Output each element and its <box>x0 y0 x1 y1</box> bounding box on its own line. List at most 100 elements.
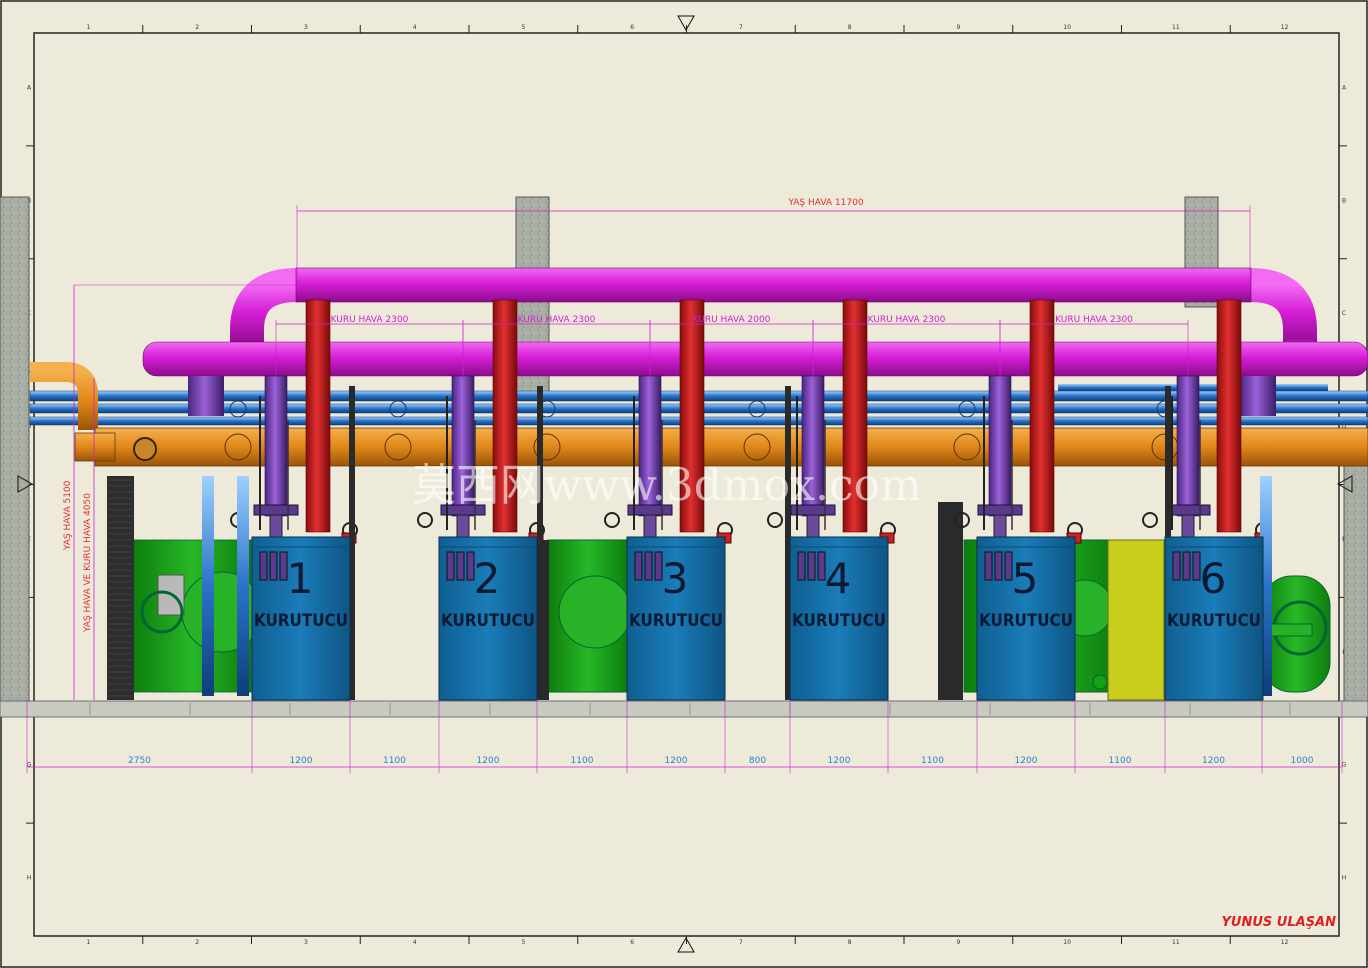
author-signature: YUNUS ULAŞAN <box>1222 915 1337 930</box>
technical-drawing: 112233445566778899101011111212AABBCCDDEE… <box>0 0 1368 968</box>
dark-rack-left <box>107 476 134 700</box>
row-letter: C <box>1342 310 1346 317</box>
vertical-wet-label: YAŞ HAVA 5100 <box>63 480 73 551</box>
row-letter: G <box>27 762 32 769</box>
dryer-unit-6: 6 KURUTUCU <box>1164 536 1264 701</box>
dryer-number: 4 <box>825 554 852 603</box>
row-letter: B <box>1342 197 1346 204</box>
dimension-value: 1200 <box>290 756 313 766</box>
dry-air-riser <box>1176 375 1200 517</box>
dryer-label: KURUTUCU <box>254 611 348 631</box>
concrete-column-left <box>0 196 30 703</box>
fitting <box>984 551 993 581</box>
column-number: 11 <box>1172 939 1180 946</box>
vertical-mixed-label: YAŞ HAVA VE KURU HAVA 4050 <box>83 493 93 633</box>
watermark: 莫西网www.3dmox.com <box>412 460 922 511</box>
dimension-value: 2750 <box>128 756 151 766</box>
dryer-label: KURUTUCU <box>629 611 723 631</box>
fitting <box>456 551 465 581</box>
dimension-value: 1100 <box>383 756 406 766</box>
dryer-unit-4: 4 KURUTUCU <box>789 536 889 701</box>
dimension-value: 1200 <box>828 756 851 766</box>
fan-unit-2 <box>547 539 632 693</box>
column-number: 3 <box>304 24 308 31</box>
column-number: 3 <box>304 939 308 946</box>
column-number: 8 <box>848 939 852 946</box>
hot-air-riser <box>1216 299 1242 533</box>
handwheel-icon <box>767 512 783 528</box>
column-number: 2 <box>195 939 199 946</box>
dimension-value: 1100 <box>1109 756 1132 766</box>
dryer-label: KURUTUCU <box>792 611 886 631</box>
support-post <box>537 386 543 700</box>
dimension-value: 1200 <box>665 756 688 766</box>
valve-body <box>643 514 657 538</box>
fitting <box>644 551 653 581</box>
column-number: 4 <box>413 939 417 946</box>
hot-air-riser <box>1029 299 1055 533</box>
column-number: 11 <box>1172 24 1180 31</box>
dry-air-riser <box>264 375 288 517</box>
dry-air-label: KURU HAVA 2000 <box>693 315 771 325</box>
dry-air-riser <box>988 375 1012 517</box>
fitting <box>634 551 643 581</box>
dry-air-label: KURU HAVA 2300 <box>331 315 409 325</box>
blue-riser <box>202 476 214 696</box>
dry-air-label: KURU HAVA 2300 <box>1055 315 1133 325</box>
column-number: 12 <box>1281 939 1289 946</box>
dimension-value: 800 <box>749 756 766 766</box>
row-letter: G <box>1342 762 1347 769</box>
fitting <box>259 551 268 581</box>
dryer-number: 6 <box>1200 554 1227 603</box>
valve-body <box>1181 514 1195 538</box>
dimension-value: 1200 <box>477 756 500 766</box>
dry-air-label: KURU HAVA 2300 <box>518 315 596 325</box>
valve-body <box>269 514 283 538</box>
header-bend-left <box>188 376 224 416</box>
column-number: 1 <box>86 939 90 946</box>
column-number: 1 <box>86 24 90 31</box>
blue-riser <box>237 476 249 696</box>
dark-rack-middle <box>938 502 963 700</box>
column-number: 2 <box>195 24 199 31</box>
row-letter: H <box>27 875 32 882</box>
dryer-label: KURUTUCU <box>1167 611 1261 631</box>
column-number: 6 <box>630 939 634 946</box>
dryer-number: 3 <box>662 554 689 603</box>
wet-air-total-label: YAŞ HAVA 11700 <box>787 198 863 208</box>
valve-body <box>993 514 1007 538</box>
fitting <box>1182 551 1191 581</box>
row-letter: H <box>1342 875 1347 882</box>
fitting <box>797 551 806 581</box>
dryer-number: 2 <box>474 554 501 603</box>
fitting <box>807 551 816 581</box>
concrete-column-far-right <box>1343 457 1368 703</box>
column-number: 5 <box>521 24 525 31</box>
dimension-value: 1200 <box>1015 756 1038 766</box>
column-number: 10 <box>1063 939 1071 946</box>
dryer-label: KURUTUCU <box>441 611 535 631</box>
dryer-unit-2: 2 KURUTUCU <box>438 536 538 701</box>
column-number: 7 <box>739 939 743 946</box>
dryer-label: KURUTUCU <box>979 611 1073 631</box>
dimension-value: 1000 <box>1291 756 1314 766</box>
dimension-value: 1100 <box>571 756 594 766</box>
dryer-number: 5 <box>1012 554 1039 603</box>
column-number: 12 <box>1281 24 1289 31</box>
column-number: 10 <box>1063 24 1071 31</box>
column-number: 8 <box>848 24 852 31</box>
dryer-unit-3: 3 KURUTUCU <box>626 536 726 701</box>
valve-body <box>806 514 820 538</box>
handwheel-icon <box>604 512 620 528</box>
handwheel-icon <box>417 512 433 528</box>
fan-unit-6 <box>1261 575 1331 693</box>
dryer-number: 1 <box>287 554 314 603</box>
column-number: 4 <box>413 24 417 31</box>
dryer-unit-1: 1 KURUTUCU <box>251 536 351 701</box>
fitting <box>269 551 278 581</box>
column-number: 9 <box>956 24 960 31</box>
column-number: 9 <box>956 939 960 946</box>
column-number: 6 <box>630 24 634 31</box>
dimension-value: 1100 <box>921 756 944 766</box>
dryer-unit-5: 5 KURUTUCU <box>976 536 1076 701</box>
